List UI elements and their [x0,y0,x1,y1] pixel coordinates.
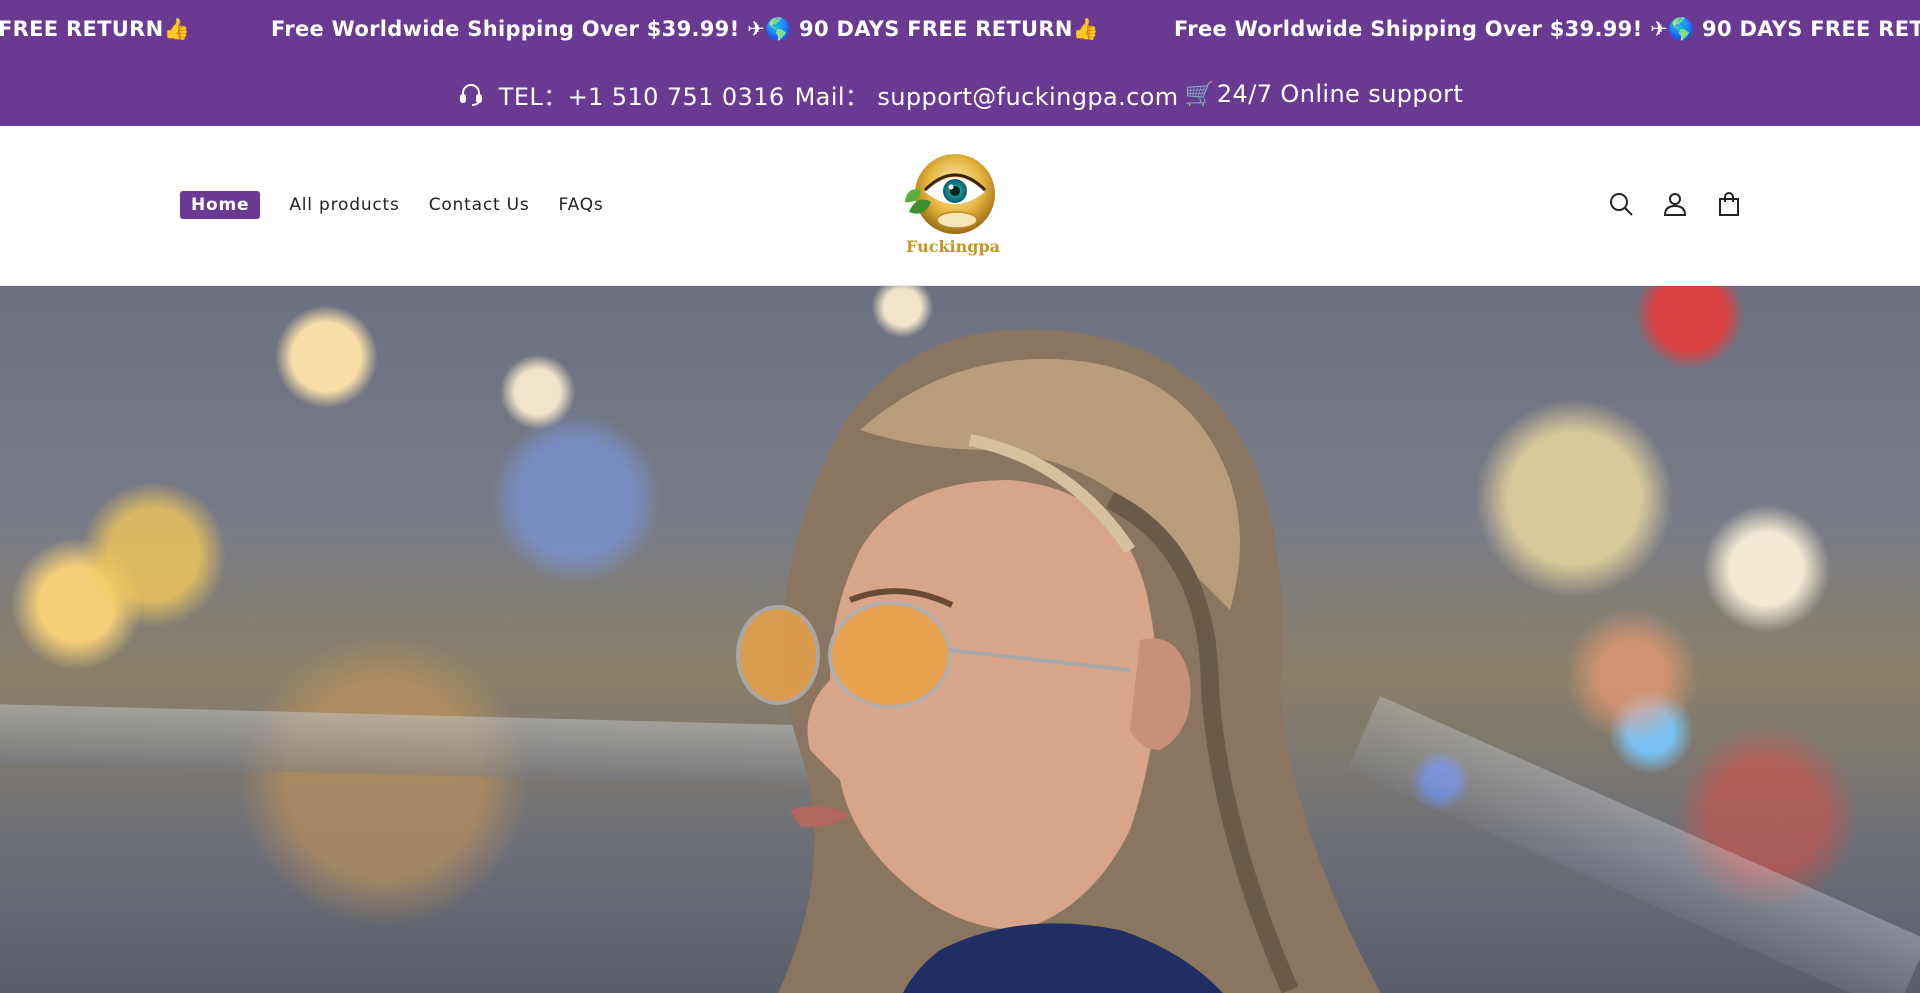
contact-mail[interactable]: Mail： support@fuckingpa.com [795,77,1179,112]
hero-banner[interactable] [0,286,1920,993]
contact-support: 24/7 Online support [1216,80,1464,108]
header-actions [1605,188,1767,220]
nav-item-home[interactable]: Home [180,191,261,219]
headset-icon [457,80,485,108]
cart-emoji-icon: 🛒 [1184,80,1215,108]
account-icon[interactable] [1659,188,1691,220]
nav-item-faqs[interactable]: FAQs [559,191,604,219]
hero-glass-rail [1347,696,1920,993]
main-nav: Home All products Contact Us FAQs [180,191,633,219]
announcement-text: Free Worldwide Shipping Over $39.99! ✈🌎 … [1174,17,1920,41]
hero-model-image [736,329,1381,993]
cart-icon[interactable] [1713,188,1745,220]
contact-bar: TEL：+1 510 751 0316 Mail： support@fuckin… [0,62,1920,126]
logo-text: Fuckingpa [906,237,1000,256]
announcement-bar: FREE RETURN👍 Free Worldwide Shipping Ove… [0,0,1920,62]
search-icon[interactable] [1605,188,1637,220]
site-header: Home All products Contact Us FAQs Fuckin… [0,126,1920,286]
eye-logo-icon: Fuckingpa [905,154,1000,256]
nav-item-all-products[interactable]: All products [289,191,399,219]
announcement-text: FREE RETURN👍 [0,17,190,41]
contact-tel: TEL：+1 510 751 0316 [498,82,785,111]
nav-item-contact-us[interactable]: Contact Us [429,191,530,219]
announcement-text: Free Worldwide Shipping Over $39.99! ✈🌎 … [271,17,1100,41]
site-logo[interactable]: Fuckingpa [862,146,1042,264]
announcement-track: FREE RETURN👍 Free Worldwide Shipping Ove… [0,17,1920,47]
